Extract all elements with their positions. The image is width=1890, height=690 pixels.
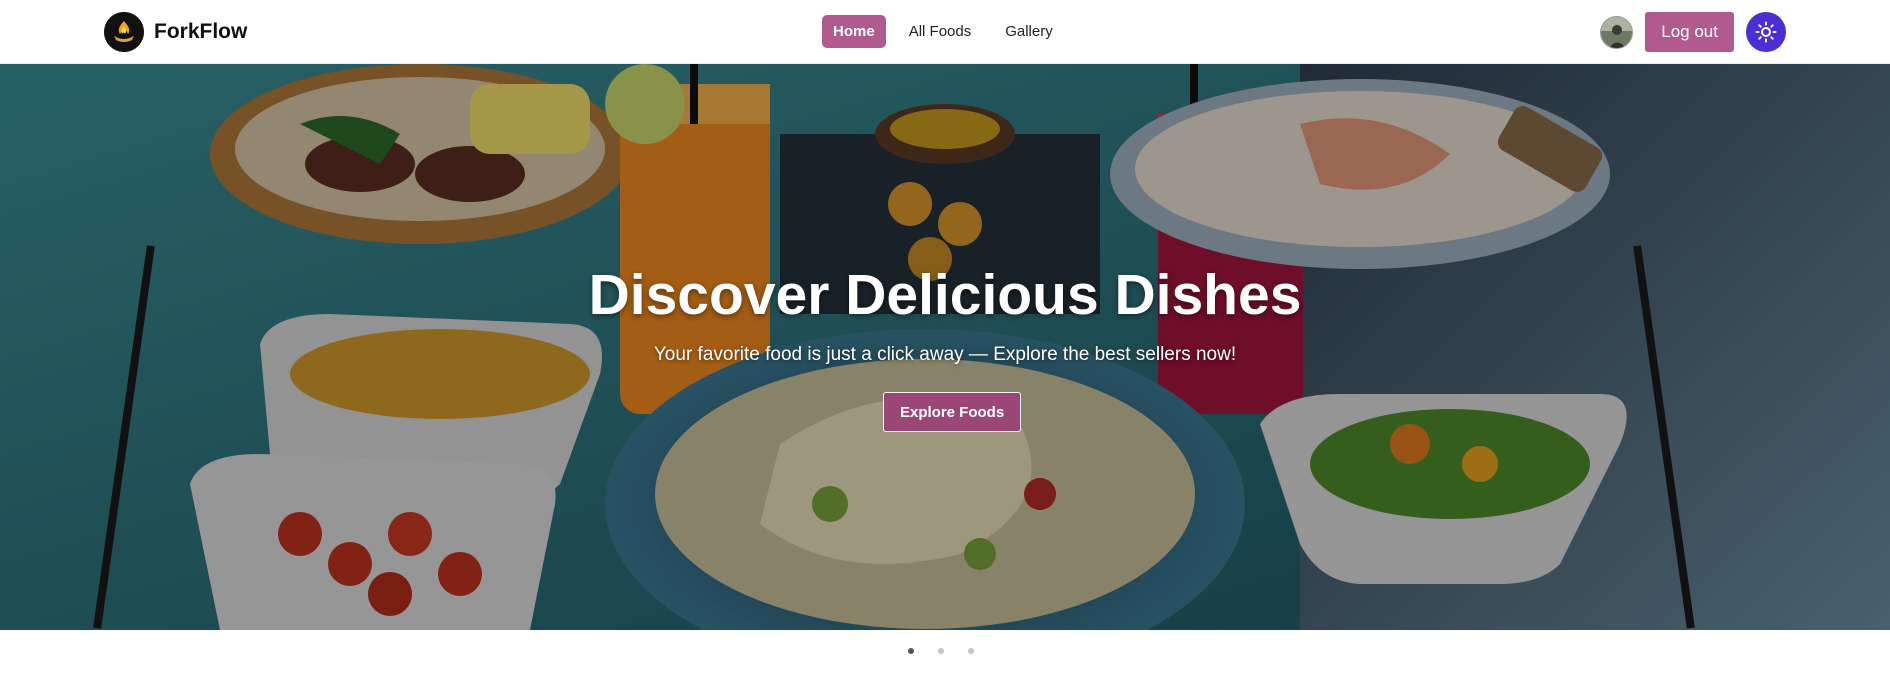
hero-title: Discover Delicious Dishes	[588, 263, 1302, 327]
sun-icon	[1755, 21, 1777, 43]
logout-button[interactable]: Log out	[1645, 12, 1734, 52]
theme-toggle-button[interactable]	[1746, 12, 1786, 52]
navbar: ForkFlow Home All Foods Gallery Log out	[0, 0, 1890, 64]
flame-bowl-icon	[104, 12, 144, 52]
nav-link-home[interactable]: Home	[822, 15, 886, 48]
nav-link-all-foods[interactable]: All Foods	[898, 15, 983, 48]
brand-name: ForkFlow	[154, 20, 248, 43]
carousel-dot-3[interactable]	[968, 648, 974, 654]
user-avatar[interactable]	[1600, 15, 1634, 49]
user-controls: Log out	[1600, 12, 1786, 52]
nav-link-gallery[interactable]: Gallery	[994, 15, 1064, 48]
carousel-dot-2[interactable]	[938, 648, 944, 654]
explore-foods-button[interactable]: Explore Foods	[883, 392, 1022, 432]
hero-carousel: Discover Delicious Dishes Your favorite …	[0, 64, 1890, 630]
brand[interactable]: ForkFlow	[104, 12, 247, 52]
hero-subtitle: Your favorite food is just a click away …	[653, 344, 1237, 365]
carousel-pagination	[908, 648, 974, 654]
main-nav: Home All Foods Gallery	[822, 15, 1064, 48]
hero-content: Discover Delicious Dishes Your favorite …	[0, 64, 1890, 630]
carousel-dot-1[interactable]	[908, 648, 914, 654]
